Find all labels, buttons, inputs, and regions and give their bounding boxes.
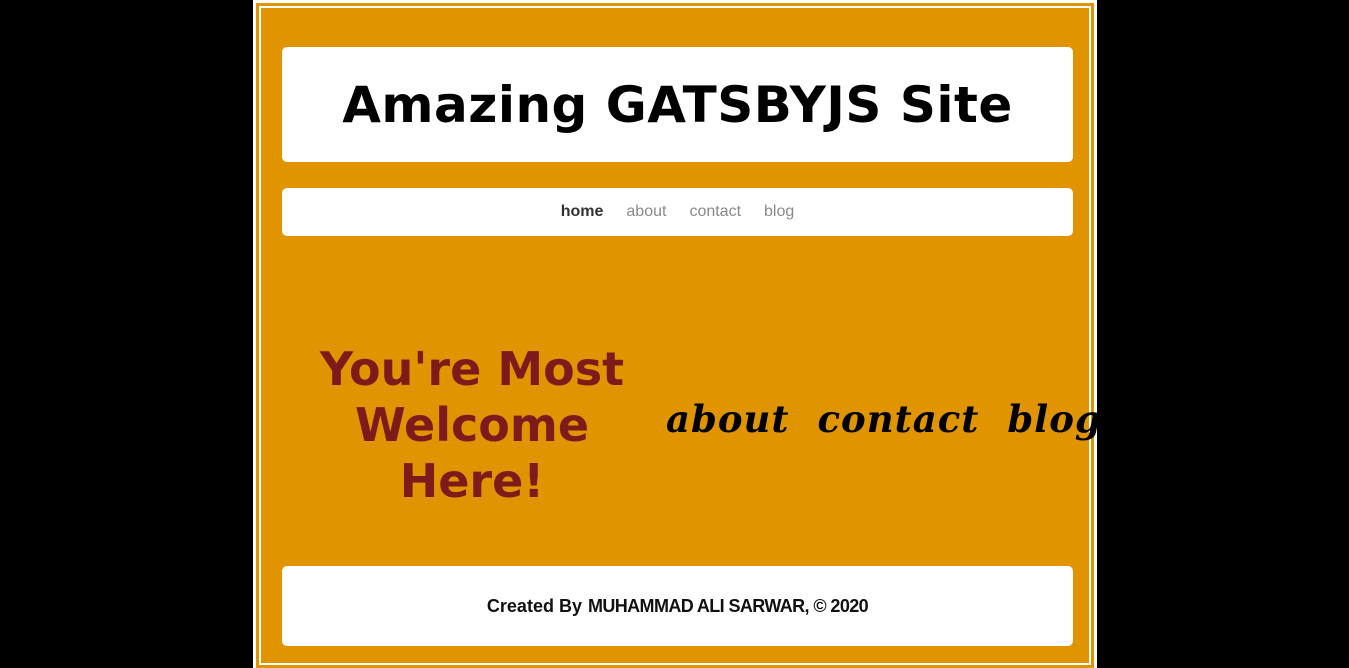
header-card: Amazing GATSBYJS Site (282, 47, 1073, 162)
nav-item-contact[interactable]: contact (689, 203, 741, 221)
link-blog[interactable]: blog (1007, 397, 1101, 441)
page-background: Amazing GATSBYJS Site home about contact… (256, 3, 1101, 668)
site-title: Amazing GATSBYJS Site (342, 75, 1013, 134)
nav-item-home[interactable]: home (561, 203, 604, 221)
footer-created-by: Created By (486, 595, 582, 616)
page-links: about contact blog (666, 397, 1102, 441)
link-about[interactable]: about (666, 397, 790, 441)
footer-author: MUHAMMAD ALI SARWAR, © 2020 (587, 595, 869, 616)
footer-card: Created By MUHAMMAD ALI SARWAR, © 2020 (282, 566, 1073, 646)
nav-item-blog[interactable]: blog (764, 203, 794, 221)
link-contact[interactable]: contact (818, 397, 980, 441)
welcome-heading: You're Most Welcome Here! (319, 342, 625, 508)
nav-item-about[interactable]: about (626, 203, 666, 221)
nav-bar: home about contact blog (282, 188, 1073, 236)
page-frame: Amazing GATSBYJS Site home about contact… (253, 0, 1101, 668)
